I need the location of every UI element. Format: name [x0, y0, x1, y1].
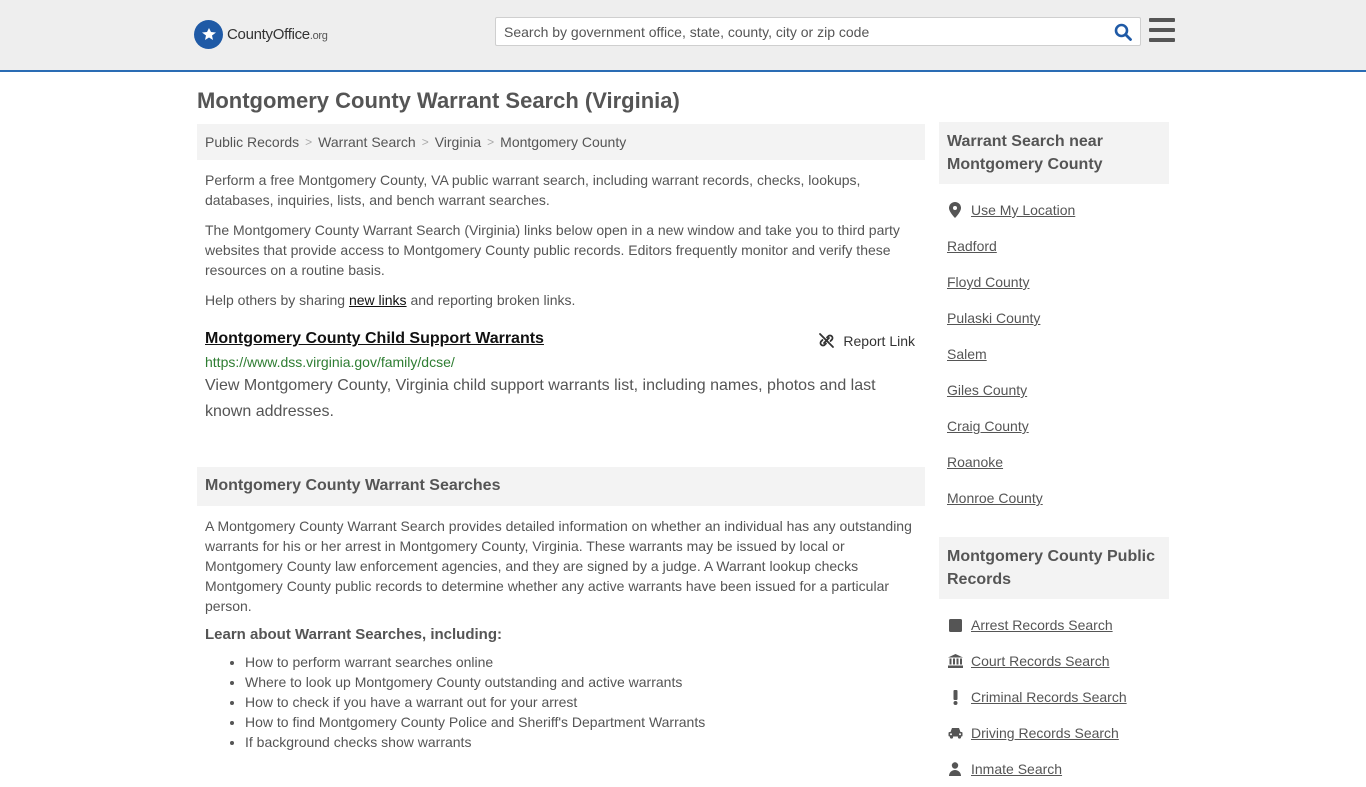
topics-list: How to perform warrant searches online W…	[197, 652, 925, 752]
section-body: A Montgomery County Warrant Search provi…	[205, 518, 912, 614]
site-header: CountyOffice.org	[0, 0, 1366, 72]
intro-paragraph-3: Help others by sharing new links and rep…	[197, 290, 925, 310]
list-item: How to check if you have a warrant out f…	[245, 692, 925, 712]
breadcrumb-current: Montgomery County	[500, 134, 627, 150]
map-pin-icon	[947, 202, 963, 218]
logo-text: CountyOffice.org	[227, 26, 328, 43]
intro-text: Help others by sharing	[205, 292, 349, 308]
result-title-link[interactable]: Montgomery County Child Support Warrants	[205, 330, 544, 348]
inmate-search-link[interactable]: Inmate Search	[947, 751, 1161, 787]
sidebar-near-links: Use My Location Radford Floyd County Pul…	[939, 192, 1169, 516]
result-url: https://www.dss.virginia.gov/family/dcse…	[205, 354, 455, 370]
near-link-floyd-county[interactable]: Floyd County	[947, 264, 1161, 300]
search-box	[495, 17, 1141, 46]
person-icon	[947, 762, 963, 776]
report-link-label: Report Link	[843, 332, 915, 349]
section-subtitle: Learn about Warrant Searches, including:	[205, 626, 502, 643]
sidebar-records: Montgomery County Public Records Arrest …	[939, 537, 1169, 787]
broken-link-icon	[819, 333, 835, 348]
search-button[interactable]	[1112, 21, 1134, 43]
near-link-craig-county[interactable]: Craig County	[947, 408, 1161, 444]
near-link-roanoke[interactable]: Roanoke	[947, 444, 1161, 480]
breadcrumb-public-records[interactable]: Public Records	[205, 134, 299, 150]
page-title: Montgomery County Warrant Search (Virgin…	[197, 88, 680, 113]
site-logo[interactable]: CountyOffice.org	[194, 20, 328, 49]
list-item: Where to look up Montgomery County outst…	[245, 672, 925, 692]
near-link-radford[interactable]: Radford	[947, 228, 1161, 264]
new-links-link[interactable]: new links	[349, 292, 407, 308]
breadcrumb-separator: >	[305, 135, 313, 149]
driving-records-label: Driving Records Search	[971, 725, 1119, 741]
driving-records-link[interactable]: Driving Records Search	[947, 715, 1161, 751]
sidebar-near-title: Warrant Search near Montgomery County	[939, 122, 1169, 184]
intro-paragraph-2: The Montgomery County Warrant Search (Vi…	[205, 222, 900, 278]
main-content: Public Records > Warrant Search > Virgin…	[197, 124, 925, 752]
criminal-records-label: Criminal Records Search	[971, 689, 1127, 705]
breadcrumb-separator: >	[487, 135, 495, 149]
arrest-records-label: Arrest Records Search	[971, 617, 1113, 633]
hamburger-menu-icon[interactable]	[1149, 18, 1175, 42]
intro-paragraph-1: Perform a free Montgomery County, VA pub…	[205, 172, 861, 208]
square-icon	[947, 618, 963, 632]
exclamation-icon	[947, 689, 963, 705]
breadcrumb: Public Records > Warrant Search > Virgin…	[197, 124, 925, 160]
inmate-search-label: Inmate Search	[971, 761, 1063, 777]
section-title: Montgomery County Warrant Searches	[197, 467, 925, 506]
court-records-link[interactable]: Court Records Search	[947, 643, 1161, 679]
breadcrumb-separator: >	[421, 135, 429, 149]
report-link-button[interactable]: Report Link	[818, 332, 915, 349]
result-description: View Montgomery County, Virginia child s…	[205, 377, 876, 420]
use-my-location-link[interactable]: Use My Location	[947, 192, 1161, 228]
near-link-salem[interactable]: Salem	[947, 336, 1161, 372]
near-link-pulaski-county[interactable]: Pulaski County	[947, 300, 1161, 336]
intro-text: and reporting broken links.	[406, 292, 576, 308]
arrest-records-link[interactable]: Arrest Records Search	[947, 607, 1161, 643]
use-my-location-label: Use My Location	[971, 202, 1076, 218]
sidebar-near: Warrant Search near Montgomery County Us…	[939, 122, 1169, 516]
breadcrumb-warrant-search[interactable]: Warrant Search	[318, 134, 416, 150]
list-item: If background checks show warrants	[245, 732, 925, 752]
search-input[interactable]	[496, 18, 1106, 45]
near-link-monroe-county[interactable]: Monroe County	[947, 480, 1161, 516]
result-item: Montgomery County Child Support Warrants…	[197, 330, 925, 425]
courthouse-icon	[947, 654, 963, 668]
car-icon	[947, 727, 963, 739]
logo-seal-icon	[194, 20, 223, 49]
list-item: How to find Montgomery County Police and…	[245, 712, 925, 732]
near-link-giles-county[interactable]: Giles County	[947, 372, 1161, 408]
list-item: How to perform warrant searches online	[245, 652, 925, 672]
breadcrumb-virginia[interactable]: Virginia	[435, 134, 481, 150]
search-icon	[1114, 23, 1132, 41]
court-records-label: Court Records Search	[971, 653, 1110, 669]
sidebar-records-title: Montgomery County Public Records	[939, 537, 1169, 599]
sidebar-records-links: Arrest Records Search Court Records Sear…	[939, 607, 1169, 787]
criminal-records-link[interactable]: Criminal Records Search	[947, 679, 1161, 715]
